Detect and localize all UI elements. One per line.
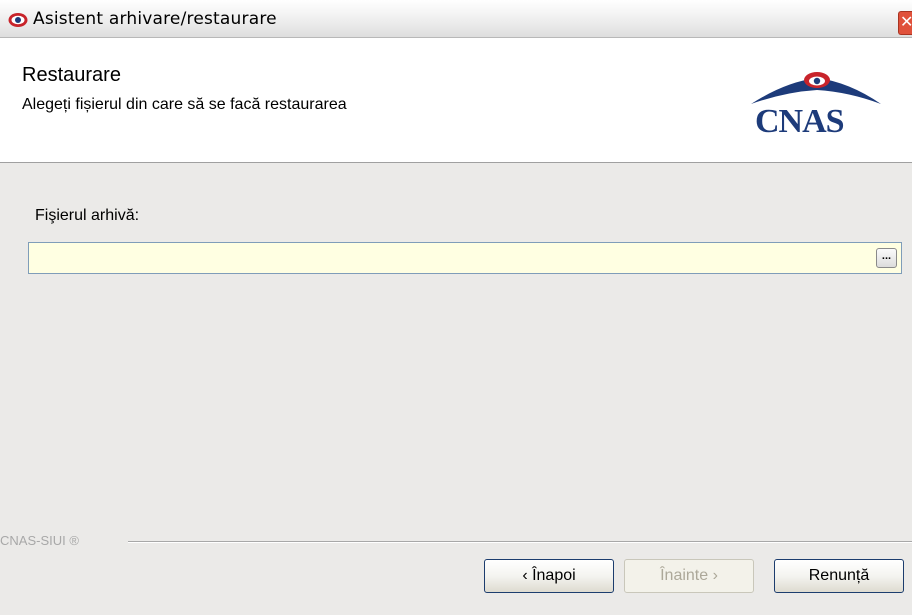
page-subtitle: Alegeți fișierul din care să se facă res…	[22, 96, 347, 113]
page-title: Restaurare	[22, 64, 121, 86]
logo-text: CNAS	[755, 103, 845, 140]
back-button[interactable]: ‹ Înapoi	[484, 559, 614, 593]
wizard-content: Fişierul arhivă: ... CNAS-SIUI ® ‹ Înapo…	[0, 163, 912, 615]
cancel-button[interactable]: Renunță	[774, 559, 904, 593]
window-title: Asistent arhivare/restaurare	[33, 9, 277, 29]
close-button[interactable]: ✕	[898, 11, 912, 35]
cnas-logo: CNAS	[745, 68, 885, 140]
title-bar: Asistent arhivare/restaurare ✕	[0, 0, 912, 38]
close-icon: ✕	[900, 14, 912, 31]
wizard-header: Restaurare Alegeți fișierul din care să …	[0, 38, 912, 163]
archive-file-label: Fişierul arhivă:	[35, 207, 140, 224]
cnas-app-icon	[8, 13, 28, 27]
archive-file-input[interactable]	[28, 242, 902, 274]
brand-label: CNAS-SIUI ®	[0, 533, 85, 548]
footer-divider: CNAS-SIUI ®	[0, 533, 912, 549]
divider-rule	[128, 541, 912, 543]
cnas-logo-emblem	[751, 72, 881, 104]
next-button[interactable]: Înainte ›	[624, 559, 754, 593]
browse-button[interactable]: ...	[876, 248, 897, 268]
